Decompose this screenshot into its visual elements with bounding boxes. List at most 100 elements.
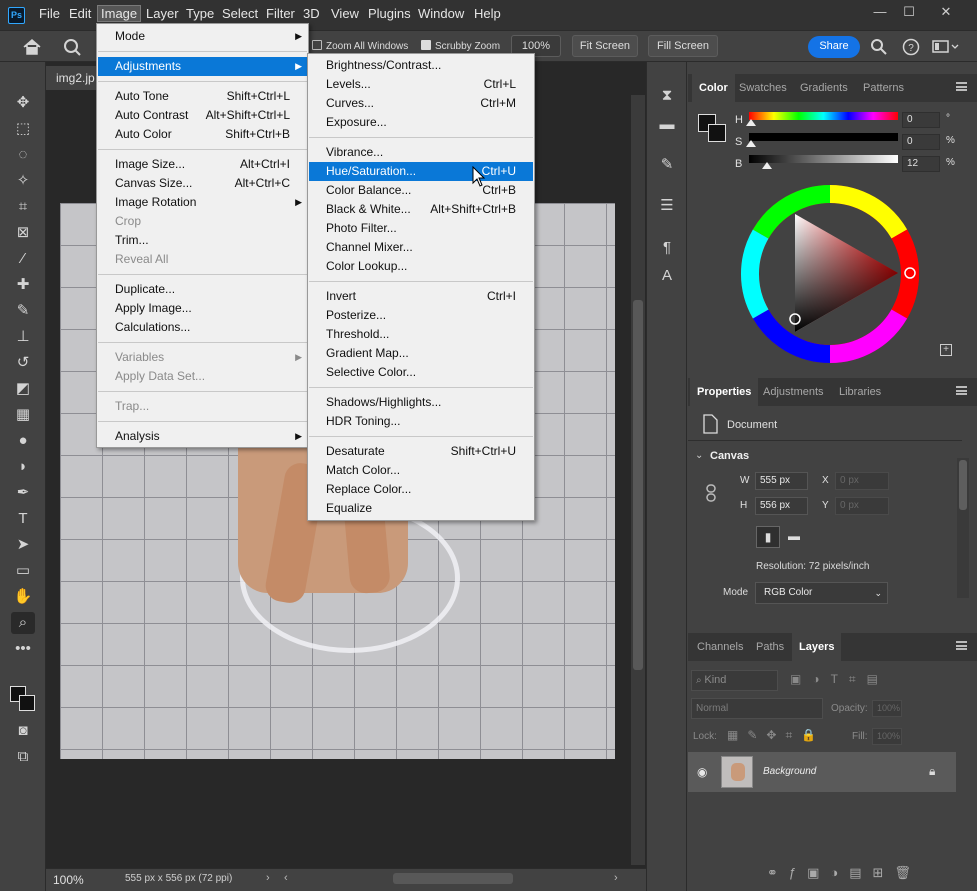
menu-view[interactable]: View — [331, 6, 359, 21]
color-background-swatch[interactable] — [708, 124, 726, 142]
close-button[interactable]: ✕ — [936, 4, 956, 20]
type-tool-icon[interactable]: T — [11, 508, 35, 530]
tab-swatches[interactable]: Swatches — [732, 74, 794, 102]
blend-mode-select[interactable]: Normal — [691, 698, 823, 719]
background-color-swatch[interactable] — [19, 695, 35, 711]
menu-type[interactable]: Type — [186, 6, 214, 21]
path-selection-tool-icon[interactable]: ➤ — [11, 534, 35, 556]
menu-item-vibrance[interactable]: Vibrance... — [309, 143, 533, 162]
hue-slider-handle[interactable] — [746, 119, 756, 126]
menu-filter[interactable]: Filter — [266, 6, 295, 21]
menu-image[interactable]: Image — [97, 5, 142, 22]
y-field[interactable]: 0 px — [835, 497, 889, 515]
scroll-left-icon[interactable]: ‹ — [284, 872, 288, 884]
opacity-field[interactable]: 100% — [872, 700, 902, 717]
layers-panel-menu-icon[interactable] — [956, 641, 967, 650]
hue-value[interactable]: 0 — [902, 112, 940, 128]
brush-tool-icon[interactable]: ✎ — [11, 300, 35, 322]
menu-item-image-rotation[interactable]: Image Rotation ▶ — [98, 193, 307, 212]
menu-item-trim[interactable]: Trim... — [98, 231, 307, 250]
crop-tool-icon[interactable]: ⌗ — [11, 196, 35, 218]
menu-item-channel-mixer[interactable]: Channel Mixer... — [309, 238, 533, 257]
fill-screen-button[interactable]: Fill Screen — [648, 35, 718, 57]
menu-item-color-lookup[interactable]: Color Lookup... — [309, 257, 533, 276]
gradient-tool-icon[interactable]: ▦ — [11, 404, 35, 426]
scroll-right-icon[interactable]: › — [614, 872, 618, 884]
menu-item-adjustments[interactable]: Adjustments ▶ — [98, 57, 307, 76]
menu-item-mode[interactable]: Mode ▶ — [98, 27, 307, 46]
menu-item-hdr-toning[interactable]: HDR Toning... — [309, 412, 533, 431]
width-field[interactable]: 555 px — [755, 472, 808, 490]
menu-item-threshold[interactable]: Threshold... — [309, 325, 533, 344]
menu-item-analysis[interactable]: Analysis ▶ — [98, 427, 307, 446]
tab-patterns[interactable]: Patterns — [856, 74, 911, 102]
adjustments-strip-icon[interactable]: ☰ — [657, 196, 677, 216]
canvas-collapse-icon[interactable]: ⌄ — [695, 450, 703, 461]
color-wheel[interactable] — [738, 182, 922, 366]
menu-item-auto-tone[interactable]: Auto Tone Shift+Ctrl+L — [98, 87, 307, 106]
tab-paths[interactable]: Paths — [749, 633, 791, 661]
home-icon[interactable] — [22, 38, 42, 56]
menu-item-shadows-highlights[interactable]: Shadows/Highlights... — [309, 393, 533, 412]
saturation-value[interactable]: 0 — [902, 134, 940, 150]
fit-screen-button[interactable]: Fit Screen — [572, 35, 638, 57]
workspace-icon[interactable] — [932, 39, 960, 55]
menu-item-replace-color[interactable]: Replace Color... — [309, 480, 533, 499]
status-chevron-icon[interactable]: › — [266, 872, 270, 884]
properties-scroll-thumb[interactable] — [959, 460, 967, 510]
menu-item-duplicate[interactable]: Duplicate... — [98, 280, 307, 299]
tab-gradients[interactable]: Gradients — [793, 74, 855, 102]
brightness-value[interactable]: 12 — [902, 156, 940, 172]
menu-item-canvas-size[interactable]: Canvas Size... Alt+Ctrl+C — [98, 174, 307, 193]
menu-item-image-size[interactable]: Image Size... Alt+Ctrl+I — [98, 155, 307, 174]
layer-kind-filter[interactable]: ⌕ Kind — [691, 670, 778, 691]
history-panel-icon[interactable]: ⧗ — [657, 86, 677, 106]
character-icon[interactable]: A — [657, 266, 677, 286]
menu-item-black-white[interactable]: Black & White... Alt+Shift+Ctrl+B — [309, 200, 533, 219]
more-tools-icon[interactable]: ••• — [11, 638, 35, 660]
history-brush-tool-icon[interactable]: ↺ — [11, 352, 35, 374]
tab-adjustments[interactable]: Adjustments — [756, 378, 831, 406]
x-field[interactable]: 0 px — [835, 472, 889, 490]
tab-layers[interactable]: Layers — [792, 633, 842, 661]
menu-item-hue-saturation[interactable]: Hue/Saturation... Ctrl+U — [309, 162, 533, 181]
share-button[interactable]: Share — [808, 36, 860, 58]
hue-slider[interactable] — [749, 112, 898, 120]
menu-item-equalize[interactable]: Equalize — [309, 499, 533, 518]
tab-color[interactable]: Color — [692, 74, 735, 102]
clone-stamp-tool-icon[interactable]: ⊥ — [11, 326, 35, 348]
menu-item-match-color[interactable]: Match Color... — [309, 461, 533, 480]
menu-item-calculations[interactable]: Calculations... — [98, 318, 307, 337]
menu-item-selective-color[interactable]: Selective Color... — [309, 363, 533, 382]
tab-libraries[interactable]: Libraries — [832, 378, 888, 406]
menu-item-posterize[interactable]: Posterize... — [309, 306, 533, 325]
brush-settings-icon[interactable]: ✎ — [657, 155, 677, 175]
layer-row[interactable]: ◉ Background 🔒︎ — [688, 752, 956, 792]
menu-select[interactable]: Select — [222, 6, 258, 21]
menu-item-invert[interactable]: Invert Ctrl+I — [309, 287, 533, 306]
fill-field[interactable]: 100% — [872, 728, 902, 745]
menu-edit[interactable]: Edit — [69, 6, 91, 21]
menu-3d[interactable]: 3D — [303, 6, 320, 21]
menu-layer[interactable]: Layer — [146, 6, 179, 21]
color-panel-menu-icon[interactable] — [956, 82, 967, 91]
tab-channels[interactable]: Channels — [690, 633, 750, 661]
blur-tool-icon[interactable]: ● — [11, 430, 35, 452]
height-field[interactable]: 556 px — [755, 497, 808, 515]
menu-item-photo-filter[interactable]: Photo Filter... — [309, 219, 533, 238]
menu-item-gradient-map[interactable]: Gradient Map... — [309, 344, 533, 363]
menu-item-curves[interactable]: Curves... Ctrl+M — [309, 94, 533, 113]
pen-tool-icon[interactable]: ✒ — [11, 482, 35, 504]
zoom-tool-icon[interactable] — [63, 38, 89, 56]
brightness-slider-handle[interactable] — [762, 162, 772, 169]
quick-mask-icon[interactable]: ◙ — [11, 720, 35, 742]
saturation-slider-handle[interactable] — [746, 140, 756, 147]
frame-tool-icon[interactable]: ⊠ — [11, 222, 35, 244]
add-swatch-icon[interactable]: + — [940, 344, 952, 356]
tab-properties[interactable]: Properties — [690, 378, 759, 406]
maximize-button[interactable]: ☐ — [899, 4, 919, 20]
eraser-tool-icon[interactable]: ◩ — [11, 378, 35, 400]
menu-item-apply-image[interactable]: Apply Image... — [98, 299, 307, 318]
portrait-orientation-icon[interactable]: ▮ — [756, 526, 780, 548]
menu-file[interactable]: File — [39, 6, 60, 21]
